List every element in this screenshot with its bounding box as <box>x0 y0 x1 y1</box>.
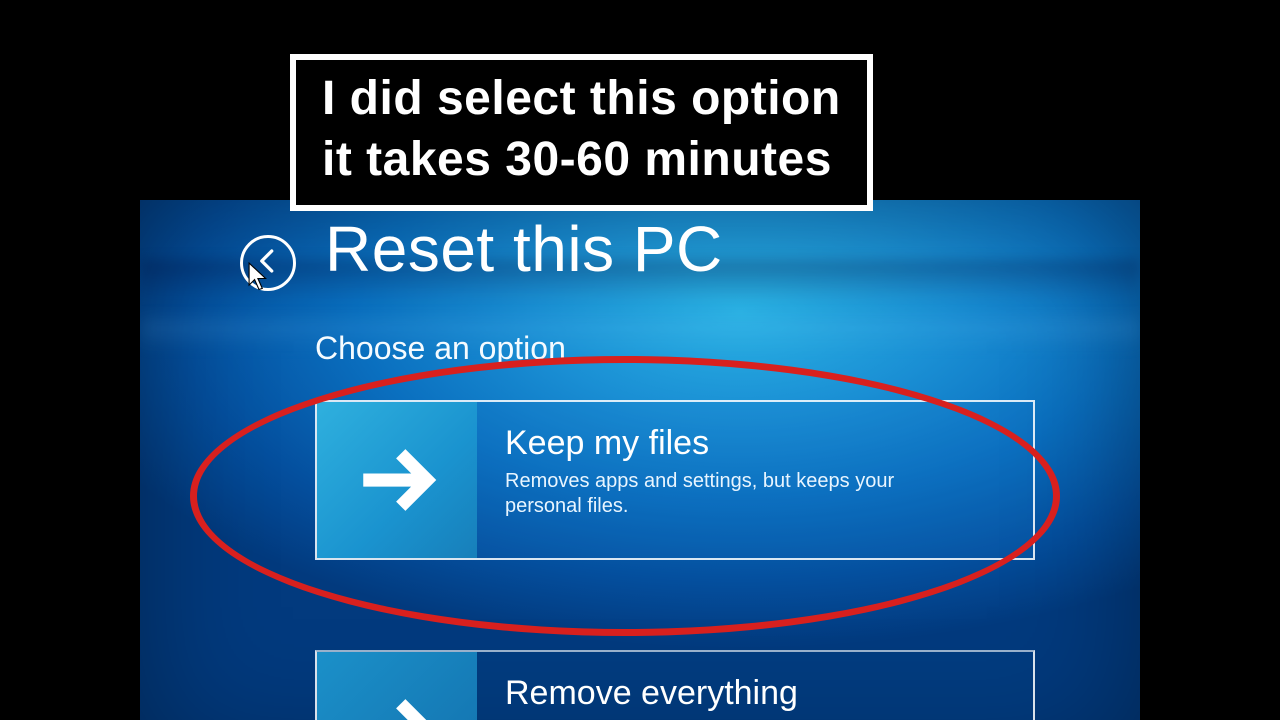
video-frame: Reset this PC Choose an option Keep my f… <box>0 0 1280 720</box>
option-body: Keep my files Removes apps and settings,… <box>477 402 1033 558</box>
caption-line: I did select this option <box>322 68 841 129</box>
option-desc: Removes apps and settings, but keeps you… <box>505 469 965 519</box>
option-title: Keep my files <box>505 424 1005 463</box>
mouse-cursor-icon <box>248 262 270 290</box>
option-remove-everything[interactable]: Remove everything Removes all of your pe… <box>315 650 1035 720</box>
page-subtitle: Choose an option <box>315 330 566 367</box>
caption-line: it takes 30-60 minutes <box>322 129 841 190</box>
annotation-caption: I did select this option it takes 30-60 … <box>290 54 873 211</box>
arrow-right-icon <box>317 402 477 558</box>
option-keep-my-files[interactable]: Keep my files Removes apps and settings,… <box>315 400 1035 560</box>
option-body: Remove everything Removes all of your pe… <box>477 652 1033 720</box>
arrow-right-icon <box>317 652 477 720</box>
recovery-screen: Reset this PC Choose an option Keep my f… <box>140 200 1140 720</box>
page-title: Reset this PC <box>325 212 723 286</box>
option-title: Remove everything <box>505 674 1005 713</box>
ambient-glow <box>140 320 1140 350</box>
